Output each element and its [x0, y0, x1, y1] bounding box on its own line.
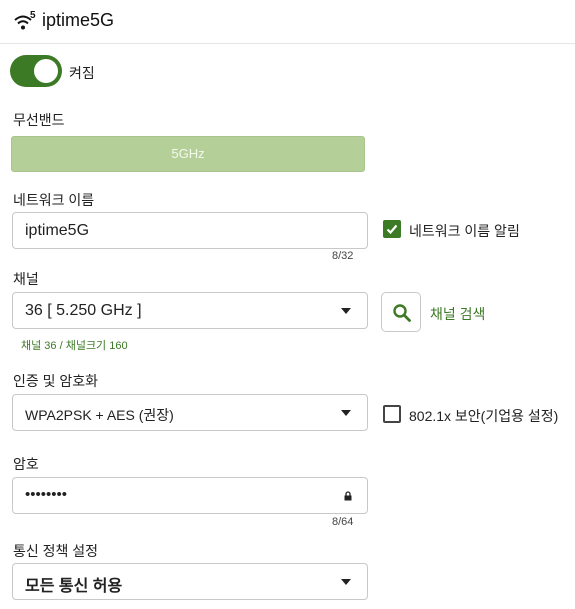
chevron-down-icon	[341, 579, 351, 585]
toggle-knob	[34, 59, 58, 83]
power-toggle[interactable]	[10, 55, 62, 87]
password-masked-value: ••••••••	[25, 486, 68, 503]
band-label: 무선밴드	[13, 112, 65, 128]
lock-icon[interactable]	[344, 491, 352, 501]
password-counter: 8/64	[332, 516, 354, 528]
broadcast-ssid-label: 네트워크 이름 알림	[409, 223, 520, 239]
ssid-label: 네트워크 이름	[13, 192, 95, 208]
channel-info-text: 채널 36 / 채널크기 160	[21, 340, 128, 352]
password-input[interactable]: ••••••••	[12, 477, 368, 514]
wifi-5g-icon: 5	[14, 10, 36, 30]
policy-label: 통신 정책 설정	[13, 543, 99, 559]
search-icon	[393, 304, 411, 322]
auth-selected-value: WPA2PSK + AES (권장)	[25, 407, 174, 423]
ssid-input[interactable]: iptime5G	[12, 212, 368, 249]
check-icon	[386, 224, 398, 235]
chevron-down-icon	[341, 308, 351, 314]
chevron-down-icon	[341, 410, 351, 416]
svg-text:5: 5	[30, 10, 36, 21]
channel-scan-link[interactable]: 채널 검색	[430, 304, 485, 324]
header-bar: 5 iptime5G	[0, 0, 575, 44]
ssid-counter: 8/32	[332, 250, 354, 262]
ssid-value: iptime5G	[25, 222, 90, 239]
auth-label: 인증 및 암호화	[13, 373, 99, 389]
policy-selected-value: 모든 통신 허용	[25, 578, 123, 595]
band-5ghz-button[interactable]: 5GHz	[11, 136, 365, 172]
enterprise-security-checkbox[interactable]	[383, 405, 401, 423]
power-toggle-label: 켜짐	[69, 65, 95, 81]
page-title: iptime5G	[42, 10, 115, 30]
channel-label: 채널	[13, 271, 39, 287]
broadcast-ssid-checkbox[interactable]	[383, 220, 401, 238]
policy-select[interactable]: 모든 통신 허용	[12, 563, 368, 600]
enterprise-security-label: 802.1x 보안(기업용 설정)	[409, 408, 559, 424]
auth-select[interactable]: WPA2PSK + AES (권장)	[12, 394, 368, 431]
password-label: 암호	[13, 456, 39, 472]
channel-select[interactable]: 36 [ 5.250 GHz ]	[12, 292, 368, 329]
channel-scan-button[interactable]	[381, 292, 421, 332]
channel-selected-value: 36 [ 5.250 GHz ]	[25, 302, 142, 319]
